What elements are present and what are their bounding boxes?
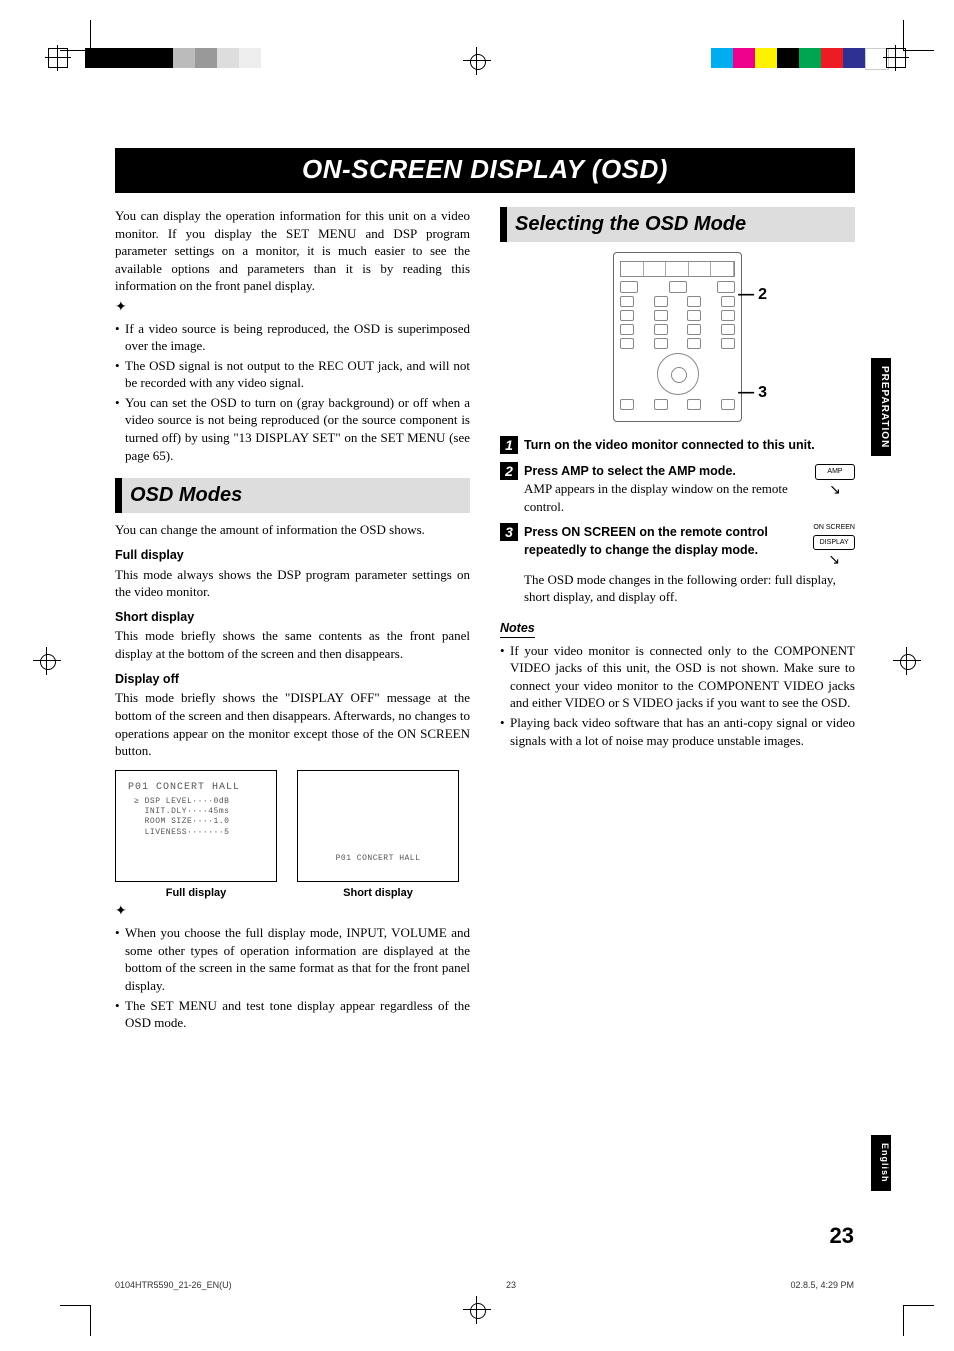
- footer-right: 02.8.5, 4:29 PM: [790, 1279, 854, 1291]
- mode-body: This mode briefly shows the "DISPLAY OFF…: [115, 689, 470, 759]
- color-bars-right: [711, 48, 889, 70]
- full-display-preview: P01 CONCERT HALL ≥ DSP LEVEL····0dB INIT…: [115, 770, 277, 882]
- notes-heading: Notes: [500, 620, 535, 638]
- step-3: 3 Press ON SCREEN on the remote control …: [500, 523, 855, 606]
- remote-illustration: [613, 252, 742, 422]
- color-bars-left: [85, 48, 261, 68]
- crop-mark: [60, 20, 91, 51]
- registration-cross-top: [466, 50, 488, 72]
- intro-text: You can display the operation informatio…: [115, 207, 470, 295]
- button-label: ON SCREEN: [813, 523, 855, 532]
- step-1: 1 Turn on the video monitor connected to…: [500, 436, 855, 454]
- display-button-icon: DISPLAY: [813, 535, 855, 550]
- preview-caption: Full display: [115, 886, 277, 901]
- registration-mark: [48, 48, 68, 68]
- step-body-text: The OSD mode changes in the following or…: [524, 571, 855, 606]
- mode-body: This mode briefly shows the same content…: [115, 627, 470, 662]
- footer-mid: 23: [506, 1279, 516, 1291]
- section-heading-selecting: Selecting the OSD Mode: [500, 207, 855, 242]
- preview-caption: Short display: [297, 886, 459, 901]
- registration-mark: [886, 48, 906, 68]
- step-bold: Press ON SCREEN on the remote control re…: [524, 525, 768, 557]
- side-tab-english: English: [871, 1135, 891, 1191]
- step-bold: Press AMP to select the AMP mode.: [524, 464, 736, 478]
- footer-left: 0104HTR5590_21-26_EN(U): [115, 1279, 232, 1291]
- registration-cross-left: [36, 650, 58, 672]
- list-item: If a video source is being reproduced, t…: [115, 320, 470, 355]
- preview-line: P01 CONCERT HALL: [298, 854, 458, 865]
- crop-mark: [903, 20, 934, 51]
- arrow-icon: ↘: [815, 482, 855, 501]
- section-intro: You can change the amount of information…: [115, 521, 470, 539]
- amp-button-icon: AMP: [815, 464, 855, 479]
- step-2: 2 Press AMP to select the AMP mode. AMP …: [500, 462, 855, 515]
- short-display-preview: P01 CONCERT HALL: [297, 770, 459, 882]
- list-item: When you choose the full display mode, I…: [115, 924, 470, 994]
- tip-list-2: When you choose the full display mode, I…: [115, 924, 470, 1031]
- tip-icon: ✦: [115, 299, 470, 318]
- preview-title: P01 CONCERT HALL: [128, 781, 240, 795]
- section-heading-osd-modes: OSD Modes: [115, 478, 470, 513]
- registration-cross-right: [896, 650, 918, 672]
- tip-icon: ✦: [115, 903, 470, 922]
- arrow-icon: ↘: [813, 552, 855, 571]
- list-item: The OSD signal is not output to the REC …: [115, 357, 470, 392]
- side-tab-preparation: PREPARATION: [871, 358, 891, 456]
- mode-heading-short: Short display: [115, 609, 470, 626]
- list-item: The SET MENU and test tone display appea…: [115, 997, 470, 1032]
- mode-heading-off: Display off: [115, 671, 470, 688]
- list-item: You can set the OSD to turn on (gray bac…: [115, 394, 470, 464]
- list-item: Playing back video software that has an …: [500, 714, 855, 749]
- crop-mark: [60, 1305, 91, 1336]
- mode-heading-full: Full display: [115, 547, 470, 564]
- preview-lines: ≥ DSP LEVEL····0dB INIT.DLY····45ms ROOM…: [134, 797, 229, 839]
- step-body-text: AMP appears in the display window on the…: [524, 480, 805, 515]
- registration-cross-bottom: [466, 1299, 488, 1321]
- step-number: 2: [500, 462, 518, 480]
- step-bold: Turn on the video monitor connected to t…: [524, 438, 815, 452]
- page-title: ON-SCREEN DISPLAY (OSD): [115, 148, 855, 193]
- crop-mark: [903, 1305, 934, 1336]
- step-number: 3: [500, 523, 518, 541]
- callout-3: —3: [738, 382, 767, 404]
- tip-list-1: If a video source is being reproduced, t…: [115, 320, 470, 464]
- callout-2: —2: [738, 284, 767, 306]
- list-item: If your video monitor is connected only …: [500, 642, 855, 712]
- notes-list: If your video monitor is connected only …: [500, 642, 855, 749]
- page-number: 23: [830, 1221, 854, 1251]
- step-number: 1: [500, 436, 518, 454]
- footer: 0104HTR5590_21-26_EN(U) 23 02.8.5, 4:29 …: [115, 1279, 854, 1291]
- mode-body: This mode always shows the DSP program p…: [115, 566, 470, 601]
